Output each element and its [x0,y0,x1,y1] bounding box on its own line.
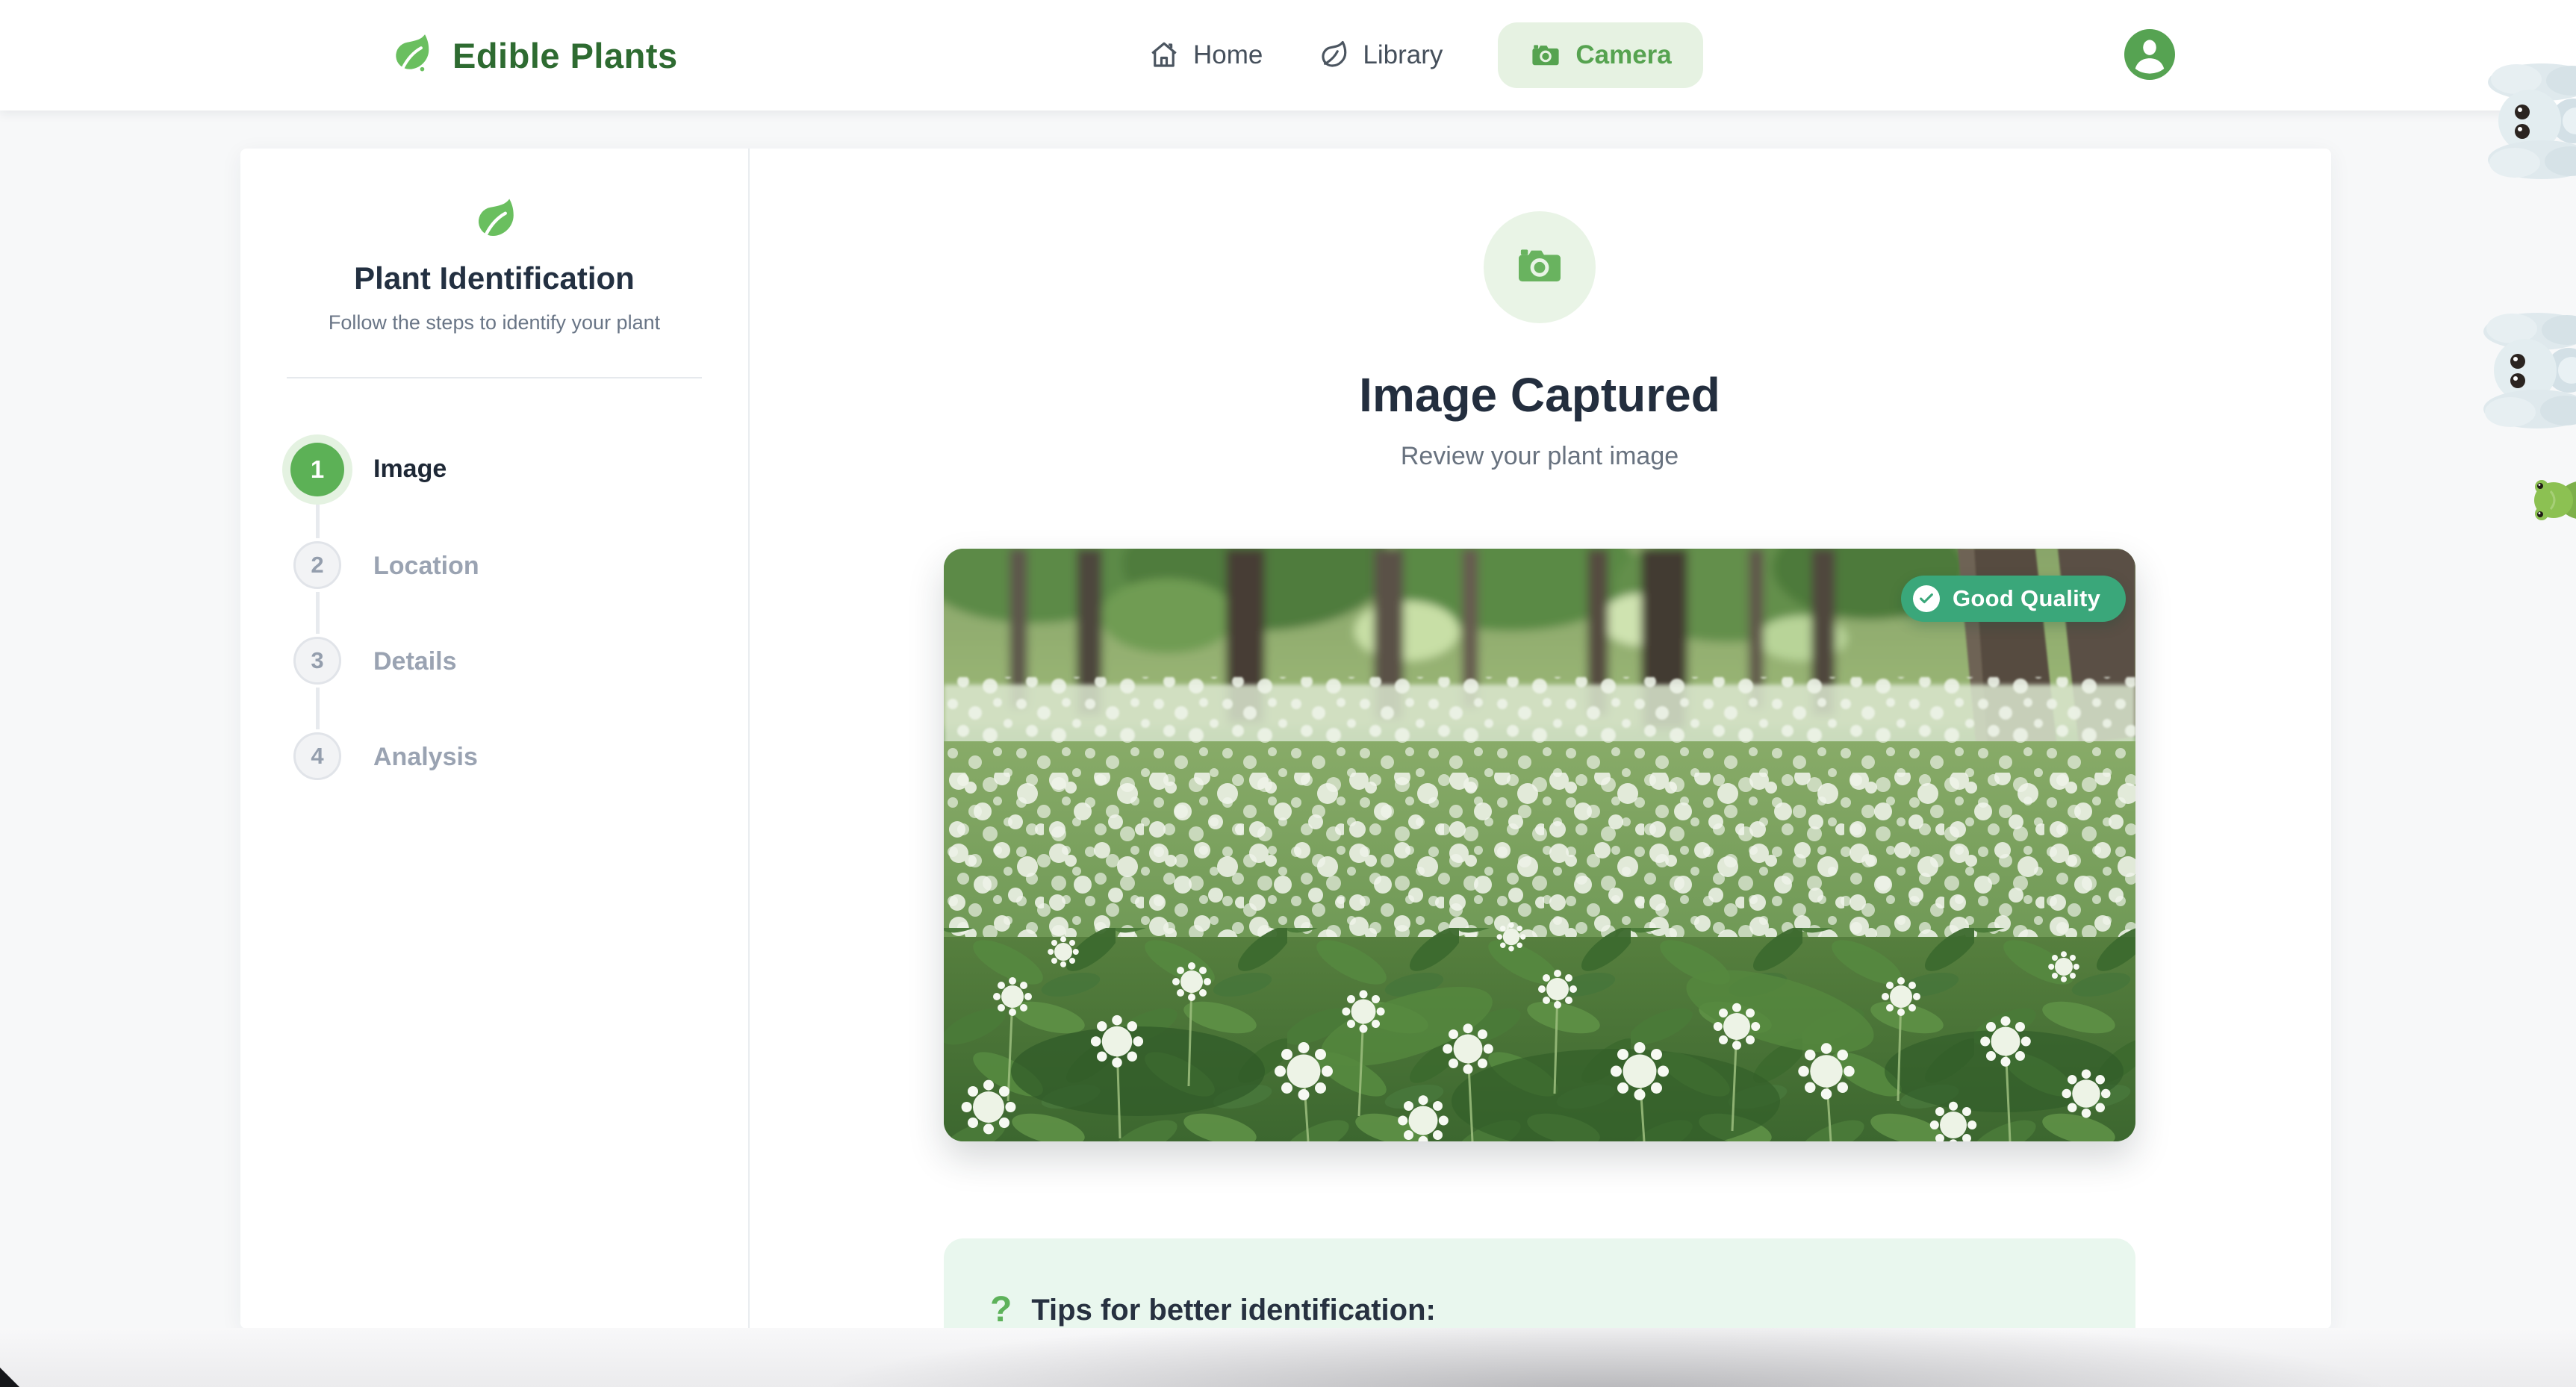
nav-item-label: Camera [1575,40,1671,70]
frog-pet-sticker[interactable] [2525,475,2576,529]
camera-icon [1513,240,1566,296]
main-panel: Image Captured Review your plant image [748,149,2331,1329]
tips-box: ? Tips for better identification: [944,1238,2135,1329]
nav-item-camera[interactable]: Camera [1498,22,1702,88]
nav-item-library[interactable]: Library [1318,40,1443,71]
person-icon [2124,28,2175,82]
quality-badge: Good Quality [1901,576,2126,622]
window-bottom-shadow [0,1328,2576,1387]
plant-photo [944,549,2135,1141]
sidebar-title: Plant Identification [240,261,748,296]
leaf-logo-icon [388,31,435,81]
step-number-badge: 3 [293,637,341,685]
quality-badge-label: Good Quality [1953,585,2100,612]
step-label: Analysis [373,743,478,772]
step-connector [316,688,320,729]
page-title: Image Captured [748,367,2331,423]
leaf-outline-icon [1318,40,1349,71]
camera-icon [1529,39,1562,72]
step-number-badge: 2 [293,541,341,589]
question-mark-icon: ? [990,1292,1012,1328]
nav-links: Home Library Camera [1148,0,1703,110]
koala-pet-sticker[interactable] [2483,63,2576,183]
step-number-badge: 1 [290,443,344,496]
brand-title: Edible Plants [452,35,678,76]
nav-item-home[interactable]: Home [1148,40,1263,71]
step-label: Image [373,455,447,484]
step-number-badge: 4 [293,732,341,780]
user-avatar-button[interactable] [2124,29,2175,80]
sidebar-subtitle: Follow the steps to identify your plant [240,311,748,334]
step-label: Details [373,647,457,676]
wizard-sidebar: Plant Identification Follow the steps to… [240,149,750,1329]
sidebar-divider [287,377,702,378]
tips-title: Tips for better identification: [1031,1294,1436,1327]
koala-pet-sticker[interactable] [2479,312,2576,432]
top-navbar: Edible Plants Home Library [0,0,2576,110]
brand-logo[interactable]: Edible Plants [388,0,678,110]
step-connector [316,592,320,634]
step-label: Location [373,552,479,581]
home-icon [1148,40,1180,71]
content-card: Plant Identification Follow the steps to… [240,149,2331,1329]
check-circle-icon [1913,585,1940,612]
nav-item-label: Library [1363,40,1443,70]
nav-item-label: Home [1193,40,1263,70]
page-subtitle: Review your plant image [748,442,2331,471]
step-connector [316,501,320,538]
camera-circle-badge [1484,211,1596,323]
sidebar-leaf-icon [470,195,520,248]
